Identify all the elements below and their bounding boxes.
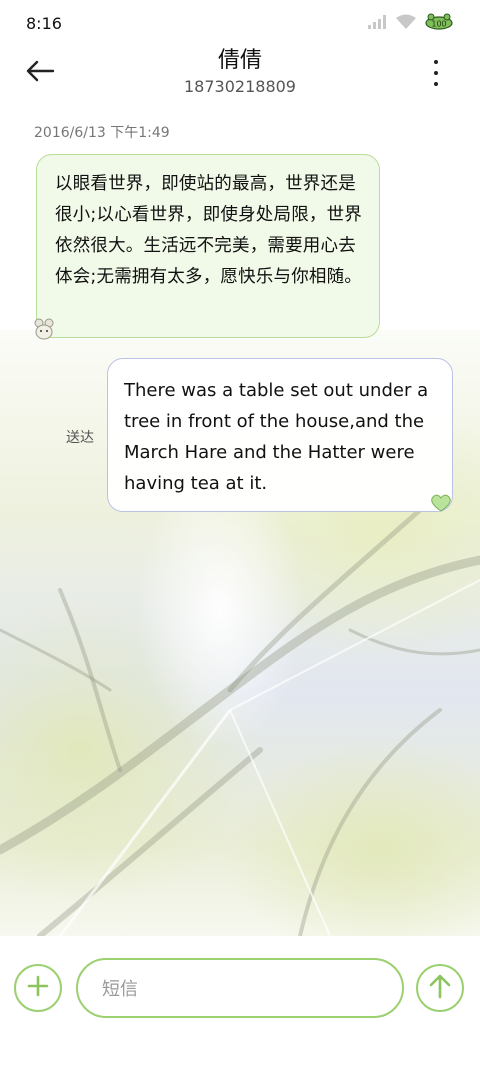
more-vertical-icon-dot: [434, 71, 438, 75]
contact-number: 18730218809: [184, 77, 296, 96]
delivery-status: 送达: [66, 430, 94, 446]
more-vertical-icon-dot: [434, 82, 438, 86]
send-button[interactable]: [416, 964, 464, 1012]
message-input-container[interactable]: [76, 958, 404, 1018]
more-options-button[interactable]: [426, 60, 446, 86]
wifi-icon: [396, 14, 416, 33]
contact-name: 倩倩: [217, 48, 262, 73]
battery-level-label: 100: [431, 20, 446, 29]
message-input[interactable]: [100, 960, 384, 1018]
heart-sticker-icon: [430, 494, 452, 512]
status-bar: 8:16 100: [0, 0, 480, 46]
message-timestamp: 2016/6/13 下午1:49: [34, 125, 170, 141]
battery-icon: 100: [424, 12, 454, 34]
plus-icon: [26, 974, 50, 1002]
incoming-message-text: 以眼看世界，即使站的最高，世界还是很小;以心看世界，即使身处局限，世界依然很大。…: [55, 174, 362, 287]
send-arrow-icon: [428, 973, 452, 1003]
outgoing-message-bubble[interactable]: There was a table set out under a tree i…: [107, 358, 453, 512]
status-time: 8:16: [26, 13, 62, 33]
contact-title: 倩倩 18730218809: [0, 46, 480, 98]
outgoing-message-text: There was a table set out under a tree i…: [124, 380, 429, 494]
conversation-header: 倩倩 18730218809: [0, 46, 480, 106]
signal-icon: [368, 14, 388, 33]
incoming-message-bubble[interactable]: 以眼看世界，即使站的最高，世界还是很小;以心看世界，即使身处局限，世界依然很大。…: [36, 154, 380, 338]
status-icons: 100: [368, 12, 454, 34]
mouse-sticker-icon: [34, 318, 54, 340]
add-attachment-button[interactable]: [14, 964, 62, 1012]
more-vertical-icon-dot: [434, 60, 438, 64]
